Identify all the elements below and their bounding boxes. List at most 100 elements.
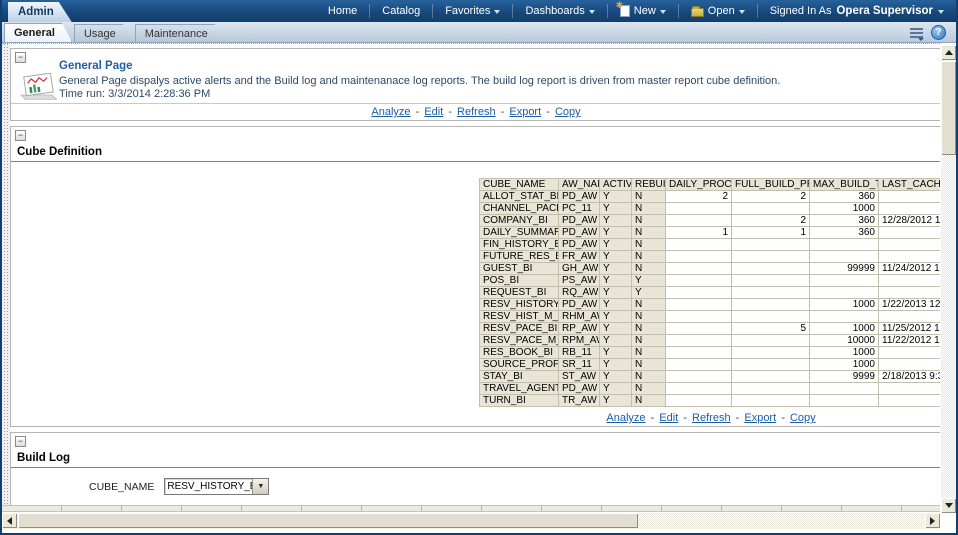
table-cell [666,323,732,335]
tab-usage[interactable]: Usage [74,24,133,42]
nav-home[interactable]: Home [316,4,369,18]
table-cell: 1000 [810,347,879,359]
help-icon[interactable]: ? [931,25,946,40]
panel-splitter[interactable] [2,44,10,505]
table-cell: GUEST_BI [480,263,559,275]
table-cell [666,287,732,299]
table-cell: 5 [732,323,810,335]
edit-link[interactable]: Edit [659,412,678,424]
nav-catalog[interactable]: Catalog [369,4,432,18]
table-cell: POS_BI [480,275,559,287]
tab-maintenance[interactable]: Maintenance [135,24,225,42]
table-cell: N [632,203,666,215]
table-row: DAILY_SUMMARY_BIPD_AWYN11360 [480,227,941,239]
table-cell: PD_AW [559,239,600,251]
table-cell [732,251,810,263]
table-cell [810,287,879,299]
scroll-left-button[interactable] [2,513,17,528]
table-cell: Y [632,287,666,299]
column-header[interactable]: DAILY_PROCESS [666,179,732,191]
horizontal-scroll-thumb[interactable] [18,513,638,528]
nav-favorites[interactable]: Favorites [432,4,512,18]
nav-new[interactable]: New [607,4,678,18]
column-header[interactable]: MAX_BUILD_TIME [810,179,879,191]
table-cell: TR_AW [559,395,600,407]
collapse-icon[interactable]: − [15,130,26,141]
table-cell: 1000 [810,323,879,335]
column-header[interactable]: FULL_BUILD_PROCS [732,179,810,191]
table-cell: Y [600,323,632,335]
table-cell: TRAVEL_AGENT_BI [480,383,559,395]
analyze-link[interactable]: Analyze [371,106,410,118]
export-link[interactable]: Export [744,412,776,424]
collapse-icon[interactable]: − [15,52,26,63]
table-cell [666,203,732,215]
column-header[interactable]: LAST_CACHE_CLE [879,179,941,191]
table-cell: FR_AW [559,251,600,263]
table-row: RESV_HISTORY_BIPD_AWYN10001/22/2013 12:0… [480,299,941,311]
report-description: General Page dispalys active alerts and … [59,75,919,87]
table-cell: N [632,299,666,311]
dashboard-title-tab[interactable]: Admin [8,2,72,22]
table-cell [732,299,810,311]
table-cell: N [632,359,666,371]
nav-open[interactable]: Open [678,4,757,18]
collapse-icon[interactable]: − [15,436,26,447]
column-header[interactable]: AW_NAME [559,179,600,191]
table-row: STAY_BIST_AWYN99992/18/2013 9:31:5 [480,371,941,383]
table-cell: 1000 [810,299,879,311]
link-separator: - [680,412,690,424]
scroll-right-button[interactable] [925,513,940,528]
table-row: RESV_HIST_M_BIRHM_AWYN [480,311,941,323]
table-cell: 9999 [810,371,879,383]
table-cell [666,251,732,263]
signed-in-menu[interactable]: Signed In As Opera Supervisor [757,4,948,18]
table-cell: PD_AW [559,215,600,227]
nav-dashboards[interactable]: Dashboards [512,4,606,18]
vertical-scroll-thumb[interactable] [941,61,956,155]
signed-in-label: Signed In As [770,5,832,17]
vertical-scrollbar[interactable] [941,45,956,513]
table-cell [879,251,941,263]
table-cell: N [632,383,666,395]
page-options-icon[interactable] [910,28,923,38]
table-cell: N [632,215,666,227]
table-cell: FUTURE_RES_BI [480,251,559,263]
report-title: General Page [59,60,133,72]
tab-general[interactable]: General [4,23,72,42]
refresh-link[interactable]: Refresh [692,412,731,424]
copy-link[interactable]: Copy [555,106,581,118]
cube-name-select[interactable]: RESV_HISTORY_BI ▼ [164,478,269,495]
refresh-link[interactable]: Refresh [457,106,496,118]
link-separator: - [445,106,455,118]
horizontal-scrollbar[interactable] [2,513,940,529]
table-cell: RB_11 [559,347,600,359]
table-row: REQUEST_BIRQ_AWYY [480,287,941,299]
arrow-down-icon [945,503,953,508]
table-cell: N [632,227,666,239]
arrow-up-icon [945,50,953,55]
column-header[interactable]: ACTIVE [600,179,632,191]
table-cell [810,311,879,323]
link-separator: - [543,106,553,118]
column-header[interactable]: CUBE_NAME [480,179,559,191]
export-link[interactable]: Export [509,106,541,118]
table-cell [732,359,810,371]
table-row: FUTURE_RES_BIFR_AWYN [480,251,941,263]
column-header[interactable]: REBUILD [632,179,666,191]
copy-link[interactable]: Copy [790,412,816,424]
report-links: Analyze - Edit - Refresh - Export - Copy [11,103,940,120]
table-cell: Y [600,335,632,347]
table-cell: 11/24/2012 12:00 [879,263,941,275]
section-title: Cube Definition [11,144,940,162]
edit-link[interactable]: Edit [424,106,443,118]
table-cell: ST_AW [559,371,600,383]
analyze-link[interactable]: Analyze [606,412,645,424]
table-cell [810,395,879,407]
scroll-down-button[interactable] [941,498,956,513]
table-cell: 1 [732,227,810,239]
table-cell [732,239,810,251]
chevron-down-icon [660,10,666,14]
scroll-up-button[interactable] [941,45,956,60]
table-cell [666,263,732,275]
